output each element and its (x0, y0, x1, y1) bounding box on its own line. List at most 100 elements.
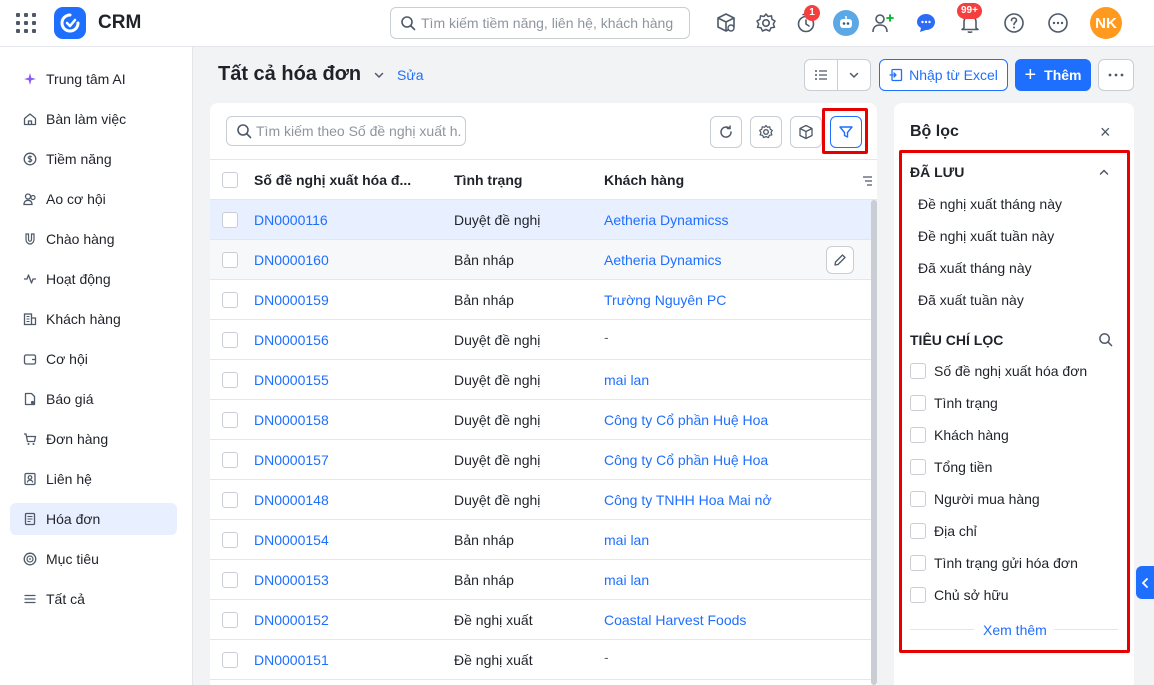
invoice-code-link[interactable]: DN0000154 (254, 532, 329, 548)
package-button[interactable] (790, 116, 822, 148)
table-search-box[interactable] (226, 116, 466, 146)
sidebar-item-ai-center[interactable]: Trung tâm AI (10, 63, 177, 95)
criterion-checkbox[interactable] (910, 523, 926, 539)
sidebar-item-leads[interactable]: Tiềm năng (10, 143, 177, 175)
chevron-down-icon[interactable] (373, 68, 385, 84)
edit-row-button[interactable] (826, 246, 854, 274)
invoice-code-link[interactable]: DN0000155 (254, 372, 329, 388)
import-excel-button[interactable]: Nhập từ Excel (879, 59, 1008, 91)
criterion-checkbox[interactable] (910, 395, 926, 411)
invoice-code-link[interactable]: DN0000156 (254, 332, 329, 348)
sidebar-item-opportunities[interactable]: Cơ hội (10, 343, 177, 375)
customer-cell[interactable]: Aetheria Dynamicss (604, 212, 729, 228)
help-icon[interactable] (1002, 11, 1026, 35)
filter-criterion[interactable]: Địa chỉ (910, 523, 977, 539)
row-checkbox[interactable] (222, 572, 238, 588)
criterion-checkbox[interactable] (910, 363, 926, 379)
table-row[interactable]: DN0000116 Duyệt đề nghị Aetheria Dynamicss (210, 200, 877, 240)
chevron-up-icon[interactable] (1098, 165, 1110, 181)
saved-filter-item[interactable]: Đã xuất tuần này (918, 292, 1024, 308)
row-checkbox[interactable] (222, 252, 238, 268)
sidebar-item-orders[interactable]: Đơn hàng (10, 423, 177, 455)
bot-avatar-icon[interactable] (833, 10, 859, 36)
refresh-button[interactable] (710, 116, 742, 148)
box-search-icon[interactable] (714, 11, 738, 35)
customer-cell[interactable]: mai lan (604, 532, 649, 548)
table-row[interactable]: DN0000157 Duyệt đề nghị Công ty Cổ phần Hu… (210, 440, 877, 480)
vertical-scrollbar[interactable] (871, 200, 877, 685)
row-checkbox[interactable] (222, 492, 238, 508)
close-icon[interactable]: × (1100, 122, 1111, 143)
user-avatar[interactable]: NK (1090, 7, 1122, 39)
select-all-checkbox[interactable] (222, 172, 238, 188)
sidebar-item-customers[interactable]: Khách hàng (10, 303, 177, 335)
sidebar-item-offers[interactable]: Chào hàng (10, 223, 177, 255)
criterion-checkbox[interactable] (910, 427, 926, 443)
customer-cell[interactable]: Aetheria Dynamics (604, 252, 722, 268)
customer-cell[interactable]: Coastal Harvest Foods (604, 612, 746, 628)
sidebar-item-opportunity-pool[interactable]: Ao cơ hội (10, 183, 177, 215)
column-header-customer[interactable]: Khách hàng (604, 172, 684, 188)
row-checkbox[interactable] (222, 412, 238, 428)
criterion-checkbox[interactable] (910, 587, 926, 603)
see-more-link[interactable]: Xem thêm (983, 622, 1047, 638)
invoice-code-link[interactable]: DN0000158 (254, 412, 329, 428)
row-checkbox[interactable] (222, 612, 238, 628)
global-search-box[interactable] (390, 7, 690, 39)
invoice-code-link[interactable]: DN0000152 (254, 612, 329, 628)
table-row[interactable]: DN0000153 Bản nháp mai lan (210, 560, 877, 600)
filter-criterion[interactable]: Tình trạng (910, 395, 998, 411)
invoice-code-link[interactable]: DN0000159 (254, 292, 329, 308)
filter-criterion[interactable]: Số đề nghị xuất hóa đơn (910, 363, 1087, 379)
add-button[interactable]: + Thêm (1015, 59, 1091, 91)
more-options-icon[interactable] (1046, 11, 1070, 35)
row-checkbox[interactable] (222, 212, 238, 228)
customer-cell[interactable]: mai lan (604, 572, 649, 588)
global-search-input[interactable] (421, 8, 683, 38)
table-row[interactable]: DN0000158 Duyệt đề nghị Công ty Cổ phần Hu… (210, 400, 877, 440)
invoice-code-link[interactable]: DN0000116 (254, 212, 328, 228)
sidebar-item-contacts[interactable]: Liên hệ (10, 463, 177, 495)
sidebar-item-invoices[interactable]: Hóa đơn (10, 503, 177, 535)
settings-gear-icon[interactable] (754, 11, 778, 35)
filter-criterion[interactable]: Khách hàng (910, 427, 1009, 443)
criterion-checkbox[interactable] (910, 555, 926, 571)
chat-icon[interactable] (914, 11, 938, 35)
sidebar-item-all[interactable]: Tất cả (10, 583, 177, 615)
table-row[interactable]: DN0000148 Duyệt đề nghị Công ty TNHH Hoa M… (210, 480, 877, 520)
filter-button[interactable] (830, 116, 862, 148)
saved-filter-item[interactable]: Đã xuất tháng này (918, 260, 1032, 276)
filter-criterion[interactable]: Người mua hàng (910, 491, 1040, 507)
sidebar-item-quotes[interactable]: Báo giá (10, 383, 177, 415)
customer-cell[interactable]: mai lan (604, 372, 649, 388)
sidebar-item-goals[interactable]: Mục tiêu (10, 543, 177, 575)
table-row[interactable]: DN0000160 Bản nháp Aetheria Dynamics (210, 240, 877, 280)
table-settings-button[interactable] (750, 116, 782, 148)
customer-cell[interactable]: Công ty Cổ phần Huệ Hoa (604, 452, 768, 468)
customer-cell[interactable]: Công ty TNHH Hoa Mai nở (604, 492, 772, 508)
app-grid-icon[interactable] (16, 13, 36, 33)
table-search-input[interactable] (256, 117, 462, 145)
row-checkbox[interactable] (222, 372, 238, 388)
more-actions-button[interactable] (1098, 59, 1134, 91)
chevron-down-icon[interactable] (838, 60, 870, 90)
invoice-code-link[interactable]: DN0000157 (254, 452, 329, 468)
criterion-checkbox[interactable] (910, 459, 926, 475)
invoice-code-link[interactable]: DN0000148 (254, 492, 329, 508)
column-menu-icon[interactable] (862, 174, 872, 190)
table-row[interactable]: DN0000151 Đề nghị xuất - (210, 640, 877, 680)
collapse-panel-button[interactable] (1136, 566, 1154, 599)
row-checkbox[interactable] (222, 452, 238, 468)
row-checkbox[interactable] (222, 332, 238, 348)
filter-criterion[interactable]: Chủ sở hữu (910, 587, 1009, 603)
add-user-icon[interactable] (871, 11, 895, 35)
criterion-checkbox[interactable] (910, 491, 926, 507)
customer-cell[interactable]: Trường Nguyên PC (604, 292, 726, 308)
customer-cell[interactable]: Công ty Cổ phần Huệ Hoa (604, 412, 768, 428)
sidebar-item-workspace[interactable]: Bàn làm việc (10, 103, 177, 135)
invoice-code-link[interactable]: DN0000151 (254, 652, 329, 668)
column-header-code[interactable]: Số đề nghị xuất hóa đ... (254, 172, 411, 188)
saved-filter-item[interactable]: Đề nghị xuất tháng này (918, 196, 1062, 212)
filter-criterion[interactable]: Tổng tiền (910, 459, 992, 475)
row-checkbox[interactable] (222, 532, 238, 548)
